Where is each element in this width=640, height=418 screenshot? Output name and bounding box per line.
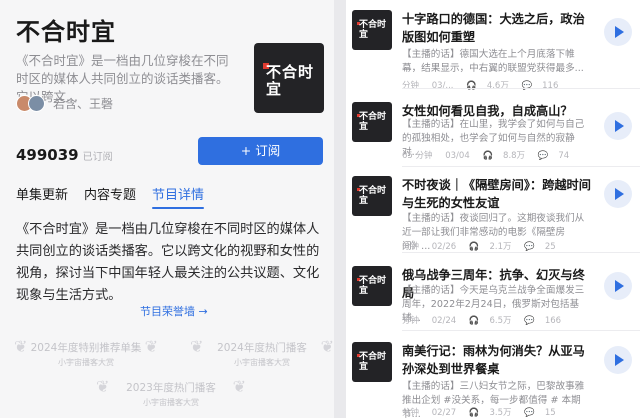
episode-duration: 分钟 <box>402 408 420 418</box>
award-title: 2023年度热门播客 <box>126 382 216 394</box>
play-button[interactable] <box>604 112 632 140</box>
host-names: 若含、王磬 <box>53 96 114 111</box>
episode-plays: 6.5万 <box>489 316 512 326</box>
subscriber-count-row: 499039 已订阅 <box>16 146 113 164</box>
tab-topics[interactable]: 内容专题 <box>84 184 136 209</box>
laurel-left-icon: ❦ <box>96 377 110 396</box>
tab-episodes[interactable]: 单集更新 <box>16 184 68 209</box>
award-title: 2024年度特别推荐单集 <box>30 342 142 354</box>
play-button[interactable] <box>604 272 632 300</box>
episode-comments: 25 <box>544 242 556 252</box>
episode-comments: 15 <box>544 408 556 418</box>
headphones-icon: 🎧 <box>468 316 480 326</box>
comment-icon: 💬 <box>521 81 533 91</box>
episode-title: 不时夜谈｜《隔壁房间》：跨越时间与生死的女性友谊 <box>402 178 591 210</box>
episode-cover: 不合时宜 <box>352 102 392 142</box>
hosts-row[interactable]: 若含、王磬 <box>16 93 113 113</box>
podcast-title: 不合时宜 <box>16 18 116 46</box>
honors-wall-link[interactable]: 节目荣誉墙 → <box>140 303 208 319</box>
episode-plays: 2.1万 <box>489 242 512 252</box>
laurel-left-icon: ❦ <box>190 337 204 356</box>
headphones-icon: 🎧 <box>468 242 480 252</box>
episode-date: 03/04 <box>445 151 470 161</box>
comment-icon: 💬 <box>524 316 535 326</box>
award-source: 小宇宙播客大赏 <box>58 358 114 367</box>
episode-cover: 不合时宜 <box>352 176 392 216</box>
episode-item[interactable]: 不合时宜 十字路口的德国：大选之后，政治版图如何重塑 【主播的话】德国大选在上个… <box>346 6 640 91</box>
episode-cover: 不合时宜 <box>352 342 392 382</box>
episode-list: 不合时宜 十字路口的德国：大选之后，政治版图如何重塑 【主播的话】德国大选在上个… <box>346 0 640 418</box>
laurel-left-icon: ❦ <box>14 337 28 356</box>
award-source: 小宇宙播客大赏 <box>143 398 199 407</box>
episode-date: 02/24 <box>431 316 457 326</box>
award-badge[interactable]: ❦ 2024年度特别推荐单集 小宇宙播客大赏 ❦ <box>14 337 158 368</box>
comment-icon: 💬 <box>537 151 549 161</box>
episode-comments: 74 <box>558 151 570 161</box>
episode-plays: 8.8万 <box>503 151 526 161</box>
award-badge[interactable]: ❦ 2024年度热门播客 小宇宙播客大赏 ❦ <box>190 337 334 368</box>
divider <box>402 88 640 89</box>
headphones-icon: 🎧 <box>482 151 494 161</box>
tab-details[interactable]: 节目详情 <box>152 184 205 209</box>
episode-duration: 65 分钟 <box>402 151 433 161</box>
episode-item[interactable]: 不合时宜 不时夜谈｜《隔壁房间》：跨越时间与生死的女性友谊 【主播的话】夜谈回归… <box>346 172 640 252</box>
episode-date: 02/26 <box>431 242 457 252</box>
headphones-icon: 🎧 <box>468 408 480 418</box>
episode-cover: 不合时宜 <box>352 266 392 306</box>
episode-date: 02/27 <box>431 408 457 418</box>
podcast-about-text: 《不合时宜》是一档由几位穿梭在不同时区的媒体人共同创立的谈话类播客。它以跨文化的… <box>16 222 320 303</box>
award-badge[interactable]: ❦ 2023年度热门播客 小宇宙播客大赏 ❦ <box>96 377 246 408</box>
cover-text: 不合时宜 <box>266 63 315 98</box>
episode-meta: 分钟 02/24 🎧 6.5万 💬 166 <box>402 314 571 326</box>
episode-item[interactable]: 不合时宜 俄乌战争三周年：抗争、幻灭与终局 【主播的话】今天是乌克兰战争全面爆发… <box>346 262 640 334</box>
play-button[interactable] <box>604 18 632 46</box>
episode-item[interactable]: 不合时宜 南美行记：雨林为何消失？从亚马孙深处到世界餐桌 【主播的话】三八妇女节… <box>346 338 640 418</box>
host-avatar <box>28 94 45 112</box>
subscriber-count: 499039 <box>16 146 79 164</box>
episode-comments: 116 <box>542 81 559 91</box>
cover-text: 不合时宜 <box>359 112 387 132</box>
comment-icon: 💬 <box>524 242 535 252</box>
divider <box>402 166 640 167</box>
episode-duration: 分钟 <box>402 81 420 91</box>
subscribe-button[interactable]: + 订阅 <box>198 137 323 165</box>
episode-title: 十字路口的德国：大选之后，政治版图如何重塑 <box>402 12 585 44</box>
divider <box>402 252 640 253</box>
episode-title: 南美行记：雨林为何消失？从亚马孙深处到世界餐桌 <box>402 344 585 376</box>
episode-date: 03/... <box>431 81 454 91</box>
cover-text: 不合时宜 <box>359 20 387 40</box>
award-title: 2024年度热门播客 <box>217 342 307 354</box>
divider <box>402 330 640 331</box>
episode-plays: 4.6万 <box>486 81 509 91</box>
episode-duration: 分钟 <box>402 242 420 252</box>
episode-cover: 不合时宜 <box>352 10 392 50</box>
award-source: 小宇宙播客大赏 <box>234 358 290 367</box>
episode-duration: 分钟 <box>402 316 420 326</box>
episode-meta: 分钟 03/... 🎧 4.6万 💬 116 <box>402 79 568 91</box>
play-button[interactable] <box>604 180 632 208</box>
headphones-icon: 🎧 <box>466 81 477 91</box>
play-button[interactable] <box>604 346 632 374</box>
episode-meta: 分钟 02/26 🎧 2.1万 💬 25 <box>402 240 566 252</box>
episode-comments: 166 <box>544 316 562 326</box>
episode-plays: 3.5万 <box>489 408 512 418</box>
episode-summary: 【主播的话】德国大选在上个月底落下帷幕，结果显示，中右翼的联盟党获得最多... <box>402 49 584 74</box>
podcast-cover: 不合时宜 <box>254 43 324 113</box>
cover-text: 不合时宜 <box>359 186 387 206</box>
episode-meta: 分钟 02/27 🎧 3.5万 💬 15 <box>402 406 566 418</box>
detail-tabs: 单集更新 内容专题 节目详情 <box>16 184 205 209</box>
comment-icon: 💬 <box>524 408 535 418</box>
subscriber-label: 已订阅 <box>82 152 113 163</box>
podcast-detail-panel: 不合时宜 《不合时宜》是一档由几位穿梭在不同时区的媒体人共同创立的谈话类播客。它… <box>0 0 334 418</box>
episode-meta: 65 分钟 03/04 🎧 8.8万 💬 74 <box>402 149 579 161</box>
laurel-right-icon: ❦ <box>144 337 158 356</box>
laurel-right-icon: ❦ <box>232 377 246 396</box>
laurel-right-icon: ❦ <box>320 337 334 356</box>
episode-item[interactable]: 不合时宜 女性如何看见自我，自成高山？ 【主播的话】在山里，我学会了如何与自己的… <box>346 98 640 170</box>
cover-text: 不合时宜 <box>359 276 387 296</box>
cover-text: 不合时宜 <box>359 352 387 372</box>
